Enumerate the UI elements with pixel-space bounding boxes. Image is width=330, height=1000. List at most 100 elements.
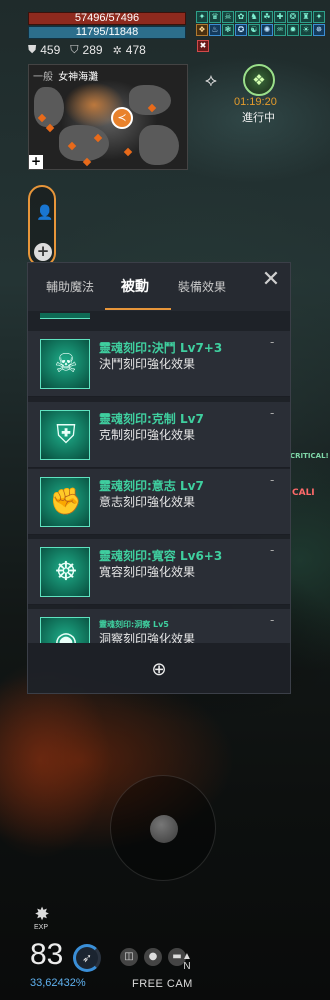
item-dash: - xyxy=(270,473,275,487)
stat-shield: ⛊ 459 xyxy=(28,43,60,57)
zone-name: 女神海灘 xyxy=(58,72,99,83)
buff-icon[interactable]: ✺ xyxy=(261,24,273,36)
player-marker-icon: ≺ xyxy=(111,107,133,129)
wreath-icon: ☸ xyxy=(40,547,90,597)
buff-icon[interactable]: ♒ xyxy=(274,24,286,36)
quest-timer: 01:19:20 xyxy=(234,96,277,108)
item-dash: - xyxy=(270,613,275,627)
buff-icon[interactable]: ☘ xyxy=(261,11,273,23)
buff-icon[interactable]: ❂ xyxy=(287,11,299,23)
buff-icon[interactable]: ✪ xyxy=(235,24,247,36)
camera-icon[interactable]: ◫ xyxy=(120,948,138,966)
mp-bar: 11795/11848 xyxy=(28,26,186,39)
buff-icon[interactable]: ❃ xyxy=(222,24,234,36)
item-name: 靈魂刻印:洞察 Lv5 xyxy=(99,620,169,629)
player-level: 83 xyxy=(30,938,64,971)
defense-icon: ⛉ xyxy=(70,43,79,56)
player-stats: ⛊ 459 ⛉ 289 ✲ 478 xyxy=(28,43,146,57)
add-button[interactable]: + xyxy=(34,243,52,261)
person-icon[interactable]: 👤 xyxy=(36,205,53,221)
buff-row: ✦ ♛ ☠ ✿ ♞ ☘ ✚ ❂ ♜ ✦ xyxy=(196,11,330,23)
crest-icon: ⛨ xyxy=(40,410,90,460)
map-terrain xyxy=(34,87,64,127)
stat-value: 459 xyxy=(40,43,61,57)
item-desc: 決鬥刻印強化效果 xyxy=(99,357,196,371)
exp-percent: 33,62432% xyxy=(30,977,86,989)
buff-icon[interactable]: ✵ xyxy=(313,24,325,36)
party-dock[interactable]: 👤 + xyxy=(28,185,56,267)
item-desc: 克制刻印強化效果 xyxy=(99,428,196,442)
buff-tray[interactable]: ✦ ♛ ☠ ✿ ♞ ☘ ✚ ❂ ♜ ✦ ❖ ♨ ❃ ✪ ☯ ✺ ♒ ✹ ☀ ✵ xyxy=(196,11,330,37)
person-icon[interactable]: ● xyxy=(144,948,162,966)
zoom-in-icon[interactable]: ⊕ xyxy=(146,657,172,683)
item-dash: - xyxy=(270,543,275,557)
buff-icon[interactable]: ♞ xyxy=(248,11,260,23)
joystick-knob[interactable] xyxy=(150,815,178,843)
eye-icon: ◉ xyxy=(40,617,90,643)
compass[interactable]: ▲ N xyxy=(182,952,192,972)
item-name: 靈魂刻印:意志 Lv7 xyxy=(99,479,204,493)
virtual-joystick[interactable] xyxy=(110,775,216,881)
buff-icon[interactable]: ☀ xyxy=(300,24,312,36)
fists-icon: ✊ xyxy=(40,477,90,527)
buff-icon[interactable]: ✚ xyxy=(274,11,286,23)
close-button[interactable]: ✕ xyxy=(260,269,282,292)
map-marker xyxy=(123,147,133,157)
list-item[interactable]: ✊ 靈魂刻印:意志 Lv7 意志刻印強化效果 - xyxy=(28,469,290,535)
shield-icon: ⛊ xyxy=(28,43,37,56)
minimap[interactable]: 一般 女神海灘 ≺ + xyxy=(28,64,188,170)
floating-combat-text: CALI xyxy=(292,488,315,498)
item-name: 靈魂刻印:決鬥 Lv7+3 xyxy=(99,341,223,355)
list-item[interactable]: ☸ 靈魂刻印:寬容 Lv6+3 寬容刻印強化效果 - xyxy=(28,539,290,605)
buff-row: ❖ ♨ ❃ ✪ ☯ ✺ ♒ ✹ ☀ ✵ xyxy=(196,24,330,36)
passive-list[interactable]: ☠ 靈魂刻印:決鬥 Lv7+3 決鬥刻印強化效果 - ⛨ 靈魂刻印:克制 Lv7… xyxy=(28,313,290,643)
minimap-title: 一般 女神海灘 xyxy=(33,68,98,83)
tab-support-magic[interactable]: 輔助魔法 xyxy=(46,278,94,295)
buff-icon[interactable]: ♛ xyxy=(209,11,221,23)
quest-emblem-icon[interactable]: ❖ xyxy=(243,64,275,96)
item-desc: 意志刻印強化效果 xyxy=(99,495,196,509)
bottom-toolbar: ◫ ● ▬ xyxy=(120,948,186,966)
buff-panel: 輔助魔法 被動 裝備效果 ✕ ☠ 靈魂刻印:決鬥 Lv7+3 決鬥刻印強化效果 … xyxy=(27,262,291,694)
skull-icon: ☠ xyxy=(40,339,90,389)
list-item[interactable]: ☠ 靈魂刻印:決鬥 Lv7+3 決鬥刻印強化效果 - xyxy=(28,331,290,397)
stat-star: ✲ 478 xyxy=(113,43,146,57)
buff-icon[interactable]: ❖ xyxy=(196,24,208,36)
active-tab-indicator xyxy=(105,308,171,310)
exp-icon[interactable]: ✸ xyxy=(31,904,53,926)
minimap-zoom-button[interactable]: + xyxy=(29,155,43,169)
buff-icon[interactable]: ☯ xyxy=(248,24,260,36)
list-item[interactable]: ◉ 靈魂刻印:洞察 Lv5 洞察刻印強化效果 - xyxy=(28,609,290,643)
item-desc: 洞察刻印強化效果 xyxy=(99,632,196,643)
stat-value: 289 xyxy=(82,43,103,57)
stat-defense: ⛉ 289 xyxy=(70,43,102,57)
buff-icon[interactable]: ♜ xyxy=(300,11,312,23)
buff-icon[interactable]: ♨ xyxy=(209,24,221,36)
floating-combat-text: CRITICAL! xyxy=(290,452,329,460)
stat-value: 478 xyxy=(125,43,146,57)
panel-tabs: 輔助魔法 被動 裝備效果 ✕ xyxy=(28,263,290,311)
exp-ring-icon: ➶ xyxy=(73,944,101,972)
item-name: 靈魂刻印:寬容 Lv6+3 xyxy=(99,549,223,563)
list-item[interactable]: ⛨ 靈魂刻印:克制 Lv7 克制刻印強化效果 - xyxy=(28,402,290,468)
buff-icon[interactable]: ✦ xyxy=(313,11,325,23)
free-cam-button[interactable]: FREE CAM xyxy=(132,978,193,990)
quest-status: 進行中 xyxy=(242,111,275,124)
buff-icon[interactable]: ✦ xyxy=(196,11,208,23)
buff-icon[interactable]: ☠ xyxy=(222,11,234,23)
debuff-icon[interactable]: ✖ xyxy=(197,40,209,52)
map-terrain xyxy=(59,125,109,161)
item-dash: - xyxy=(270,335,275,349)
tab-passive[interactable]: 被動 xyxy=(121,276,149,296)
exp-label: EXP xyxy=(34,924,49,931)
item-dash: - xyxy=(270,406,275,420)
star-icon: ✲ xyxy=(112,44,122,57)
waypoint-icon[interactable]: ⟡ xyxy=(200,70,222,94)
hp-bar: 57496/57496 xyxy=(28,12,186,25)
buff-icon[interactable]: ✿ xyxy=(235,11,247,23)
map-mode: 一般 xyxy=(33,72,53,83)
buff-icon[interactable]: ✹ xyxy=(287,24,299,36)
compass-label: N xyxy=(183,961,191,972)
map-terrain xyxy=(139,125,179,165)
tab-equipment-effects[interactable]: 裝備效果 xyxy=(178,278,226,295)
